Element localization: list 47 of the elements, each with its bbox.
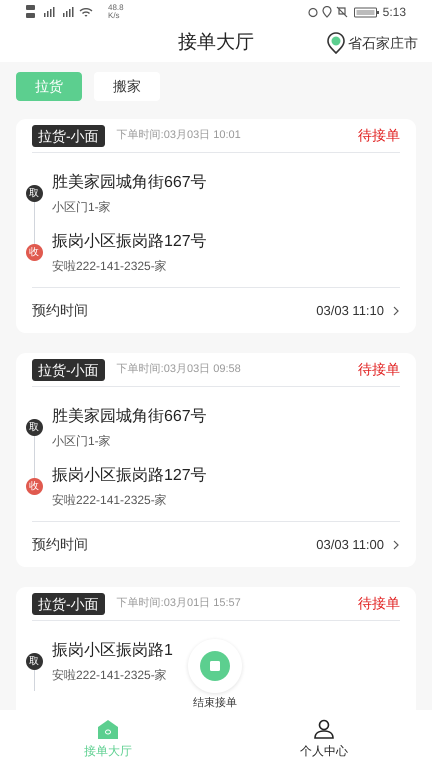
order-card[interactable]: 拉货-小面 下单时间:03月03日 10:01 待接单 取 胜美家园城角街667号 小区门1-家 收 振岗小区振岗路127号 安啦222-141-2325-家 预约时间 03/03 11:10 [16,119,416,333]
order-tag: 拉货-小面 [32,124,105,146]
order-status: 待接单 [358,594,400,613]
stop-button-label: 结束接单 [193,696,237,710]
reservation-time: 03/03 11:00 [316,536,384,554]
battery-icon [354,6,379,18]
stop-address: 胜美家园城角街667号 [52,172,207,193]
location-button[interactable]: 省石家庄市 [326,32,418,54]
home-icon [97,718,119,738]
chevron-right-icon [392,304,400,316]
location-icon [322,6,332,18]
order-time: 下单时间:03月03日 10:01 [116,128,241,144]
stop-detail: 小区门1-家 [52,199,111,215]
stop-badge: 取 [26,653,42,670]
stop-detail: 安啦222-141-2325-家 [52,667,167,683]
stop-detail: 安啦222-141-2325-家 [52,492,167,508]
clock: 5:13 [382,4,406,21]
nav-tab[interactable]: 个人中心 [216,710,432,768]
order-card[interactable]: 拉货-小面 下单时间:03月03日 09:58 待接单 取 胜美家园城角街667号 小区门1-家 收 振岗小区振岗路127号 安啦222-141-2325-家 预约时间 03/03 11:00 [16,353,416,567]
reservation-row[interactable]: 预约时间 03/03 11:10 [32,287,400,333]
stop-icon [200,651,230,681]
network-speed: 48.8 K/s [108,4,124,20]
location-pin-icon [326,32,346,54]
reservation-label: 预约时间 [32,301,88,320]
order-status: 待接单 [358,126,400,145]
stop-address: 振岗小区振岗路127号 [52,232,207,252]
person-icon [313,718,335,738]
reservation-row[interactable]: 预约时间 03/03 11:00 [32,521,400,567]
stop-badge: 取 [26,185,42,202]
category-tab[interactable]: 搬家 [94,72,160,101]
order-time: 下单时间:03月03日 09:58 [116,362,241,378]
stop-badge: 取 [26,419,42,436]
order-tag: 拉货-小面 [32,358,105,380]
stop-badge: 收 [26,244,42,261]
order-time: 下单时间:03月01日 15:57 [116,596,241,612]
stop-address: 胜美家园城角街667号 [52,406,207,427]
stop-detail: 安啦222-141-2325-家 [52,258,167,274]
reservation-time: 03/03 11:10 [316,302,384,320]
reservation-label: 预约时间 [32,535,88,554]
chevron-right-icon [392,538,400,550]
order-status: 待接单 [358,360,400,379]
stop-address: 振岗小区振岗路1 [52,640,173,661]
stop-detail: 小区门1-家 [52,433,111,449]
stop-badge: 收 [26,478,42,495]
order-tag: 拉货-小面 [32,592,105,614]
page-title: 接单大厅 [178,30,254,55]
stop-address: 振岗小区振岗路127号 [52,466,207,486]
